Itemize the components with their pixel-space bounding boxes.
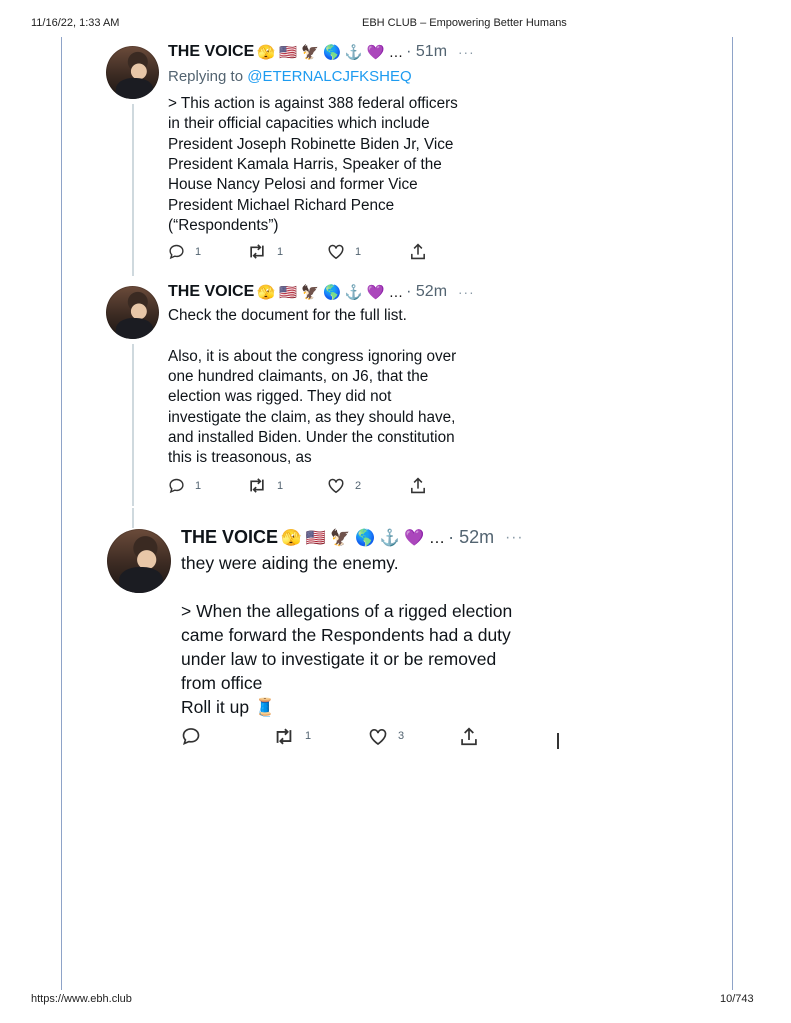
like-count: 3: [398, 730, 405, 742]
tweet-line: election was rigged. They did not: [168, 388, 392, 406]
tweet-line: Also, it is about the congress ignoring …: [168, 347, 457, 365]
print-timestamp: 11/16/22, 1:33 AM: [31, 17, 120, 29]
tweet-actions: 1 3: [181, 726, 478, 746]
like-button[interactable]: 3: [368, 727, 460, 746]
like-count: 1: [355, 245, 362, 258]
tweet-header: THE VOICE 🫣 🇺🇸 🦅 🌎 ⚓ 💜 … · 52m ···: [168, 283, 475, 301]
retweet-icon: [250, 244, 264, 259]
more-options-icon[interactable]: ···: [458, 45, 475, 60]
replying-to-label: Replying to: [168, 68, 244, 85]
tweet-line: investigate the claim, as they should ha…: [168, 408, 456, 426]
tweet-line: from office: [181, 672, 263, 693]
share-icon: [461, 727, 477, 745]
tweet-line: this is treasonous, as: [168, 449, 312, 467]
tweet-line: House Nancy Pelosi and former Vice: [168, 176, 418, 194]
tweet-line: under law to investigate it or be remove…: [181, 648, 497, 669]
tweet-line: > When the allegations of a rigged elect…: [181, 600, 513, 621]
heart-icon: [328, 478, 344, 494]
page-rule-right: [732, 37, 733, 990]
reply-icon: [169, 478, 184, 494]
tweet-line: > This action is against 388 federal off…: [168, 95, 458, 112]
tweet-line: President Michael Richard Pence: [168, 196, 395, 214]
author-name[interactable]: THE VOICE: [168, 43, 254, 61]
timestamp[interactable]: · 52m: [448, 527, 494, 548]
replying-to-handle[interactable]: @ETERNALCJFKSHEQ: [247, 68, 411, 85]
share-button[interactable]: [460, 727, 478, 746]
retweet-icon: [276, 728, 292, 744]
retweet-count: 1: [277, 479, 284, 492]
reply-count: 1: [195, 245, 202, 258]
tweet-line: Roll it up 🧵: [181, 696, 276, 717]
thread-line: [132, 104, 134, 276]
retweet-button[interactable]: 1: [247, 243, 327, 260]
tweet-line: President Kamala Harris, Speaker of the: [168, 156, 442, 174]
retweet-count: 1: [277, 245, 284, 258]
more-options-icon[interactable]: ···: [505, 529, 523, 547]
tweet-header: THE VOICE 🫣 🇺🇸 🦅 🌎 ⚓ 💜 … · 51m ···: [168, 43, 475, 61]
retweet-icon: [250, 478, 264, 493]
reply-icon: [169, 244, 184, 260]
tweet-text: they were aiding the enemy. > When the a…: [181, 552, 512, 720]
share-button[interactable]: [410, 243, 426, 260]
retweet-button[interactable]: 1: [273, 727, 368, 746]
avatar[interactable]: [107, 529, 171, 593]
tweet-line: in their official capacities which inclu…: [168, 115, 430, 133]
tweet-actions: 1 1 1: [168, 243, 426, 260]
heart-icon: [328, 244, 344, 260]
tweet-line: Check the document for the full list.: [168, 307, 407, 324]
tweet-line: President Joseph Robinette Biden Jr, Vic…: [168, 135, 454, 153]
reply-button[interactable]: [181, 726, 273, 746]
tweet-text: Check the document for the full list. Al…: [168, 306, 456, 469]
author-name[interactable]: THE VOICE: [168, 283, 254, 301]
more-options-icon[interactable]: ···: [458, 285, 475, 300]
author-name[interactable]: THE VOICE: [181, 527, 278, 548]
author-emojis: 🫣 🇺🇸 🦅 🌎 ⚓ 💜 …: [257, 284, 404, 301]
timestamp[interactable]: · 51m: [406, 43, 447, 61]
author-emojis: 🫣 🇺🇸 🦅 🌎 ⚓ 💜 …: [257, 44, 404, 61]
heart-icon: [369, 728, 387, 745]
tweet-line: they were aiding the enemy.: [181, 553, 399, 573]
page-rule-left: [61, 37, 62, 990]
share-icon: [411, 243, 425, 260]
print-page-title: EBH CLUB – Empowering Better Humans: [362, 17, 567, 29]
reply-count: 1: [195, 479, 202, 492]
text-cursor: [557, 733, 559, 749]
tweet[interactable]: THE VOICE 🫣 🇺🇸 🦅 🌎 ⚓ 💜 … · 52m ··· they …: [0, 0, 791, 745]
avatar[interactable]: [106, 46, 159, 99]
tweet-header: THE VOICE 🫣 🇺🇸 🦅 🌎 ⚓ 💜 … · 52m ···: [181, 527, 523, 548]
like-button[interactable]: 2: [327, 477, 410, 494]
author-emojis: 🫣 🇺🇸 🦅 🌎 ⚓ 💜 …: [281, 528, 446, 547]
like-count: 2: [355, 479, 362, 492]
reply-button[interactable]: 1: [168, 477, 247, 494]
like-button[interactable]: 1: [327, 243, 410, 260]
avatar[interactable]: [106, 286, 159, 339]
share-icon: [411, 477, 425, 494]
retweet-button[interactable]: 1: [247, 477, 327, 494]
tweet-actions: 1 1 2: [168, 477, 426, 494]
reply-button[interactable]: 1: [168, 243, 247, 260]
tweet-line: and installed Biden. Under the constitut…: [168, 429, 455, 447]
print-page-number: 10/743: [720, 993, 754, 1005]
retweet-count: 1: [305, 730, 312, 742]
thread-line: [132, 344, 134, 506]
timestamp[interactable]: · 52m: [406, 283, 447, 301]
reply-icon: [182, 728, 200, 745]
replying-to: Replying to @ETERNALCJFKSHEQ: [168, 68, 412, 85]
tweet-text: > This action is against 388 federal off…: [168, 94, 458, 236]
tweet-line: came forward the Respondents had a duty: [181, 624, 511, 645]
share-button[interactable]: [410, 477, 426, 494]
tweet-line: (“Respondents”): [168, 217, 279, 235]
tweet-line: one hundred claimants, on J6, that the: [168, 368, 429, 386]
thread-connector: [132, 508, 134, 528]
print-url: https://www.ebh.club: [31, 993, 132, 1005]
